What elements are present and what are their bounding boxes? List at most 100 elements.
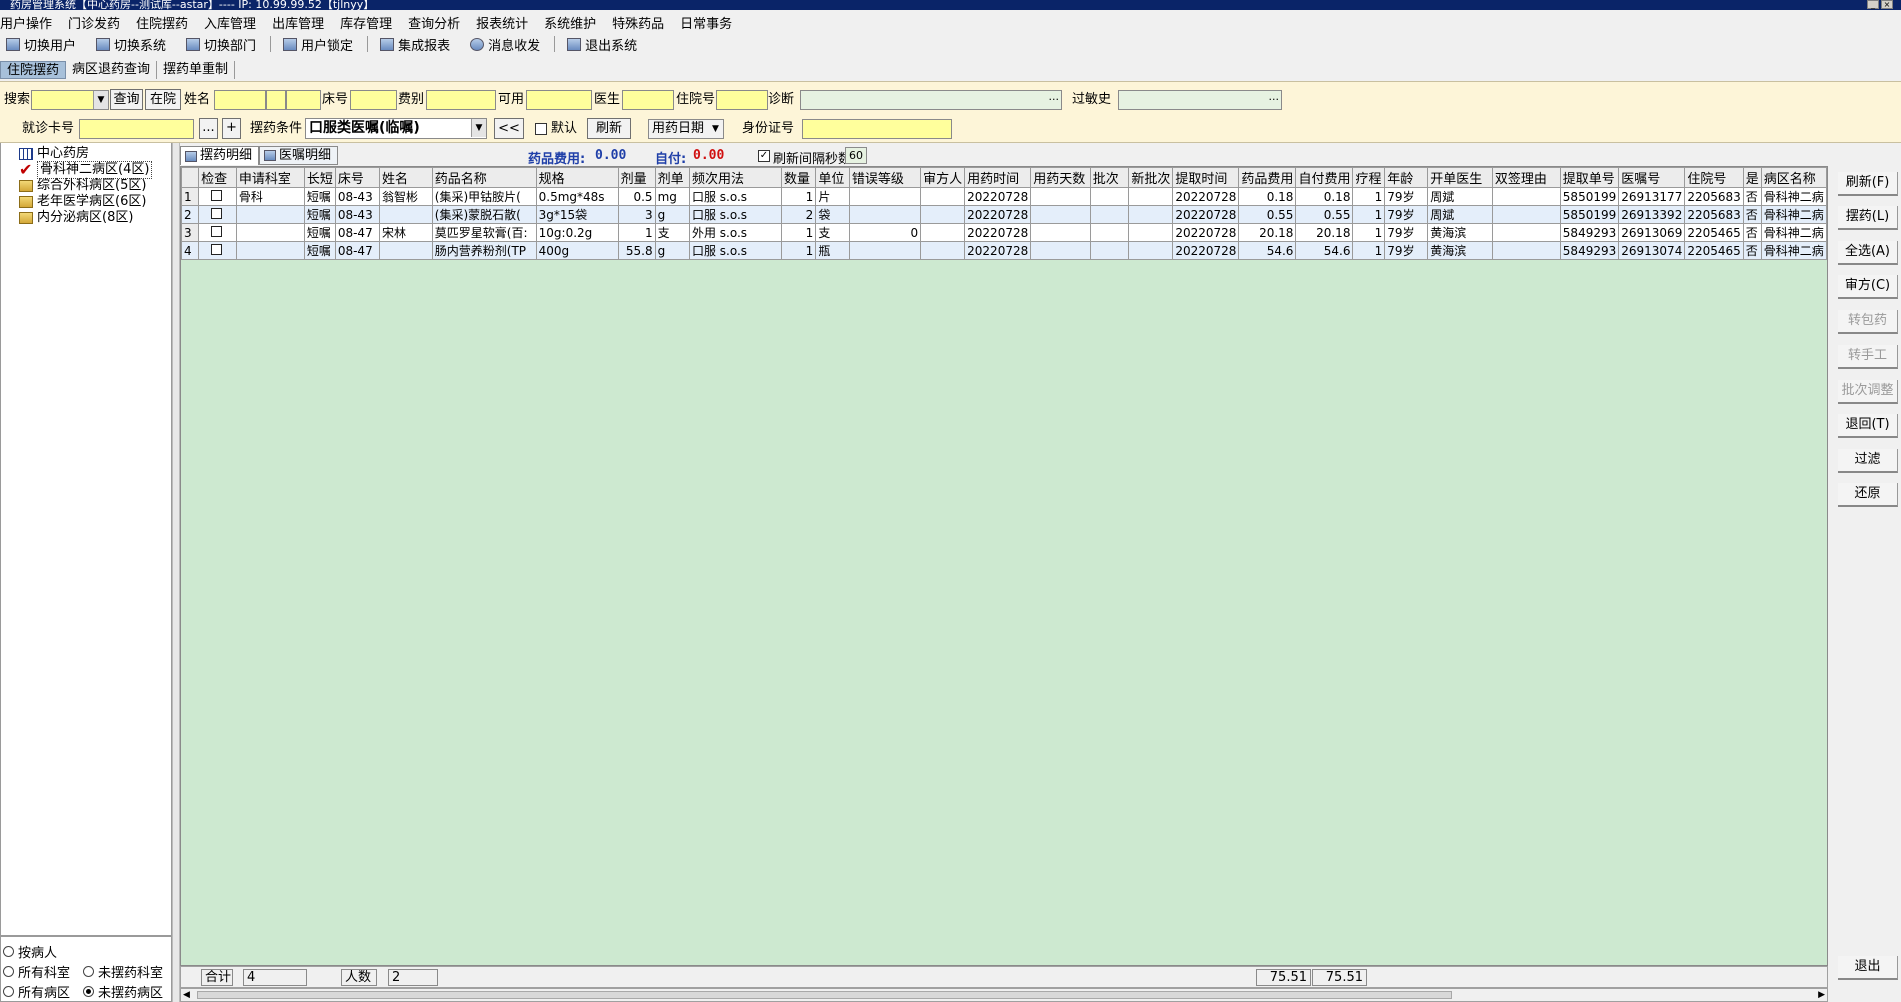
column-header[interactable]: 疗程 [1352, 167, 1386, 188]
column-header[interactable]: 剂量 [617, 167, 656, 188]
search-select[interactable]: ▼ [31, 90, 109, 110]
menu-inventory[interactable]: 库存管理 [340, 13, 400, 32]
scrollbar-thumb[interactable] [197, 991, 1452, 999]
column-header[interactable]: 是 [1742, 167, 1762, 188]
name-field-3[interactable] [286, 90, 321, 110]
tab-dispense-detail[interactable]: 摆药明细 [180, 146, 260, 165]
refresh-filter-button[interactable]: 刷新 [587, 118, 631, 139]
column-header[interactable]: 数量 [780, 167, 817, 188]
column-header[interactable]: 双签理由 [1491, 167, 1561, 188]
scroll-right-icon[interactable]: ▶ [1818, 989, 1825, 1001]
switch-user-button[interactable]: 切换用户 [0, 35, 76, 54]
return-button[interactable]: 退回(T) [1838, 414, 1898, 438]
tab-ward-return-query[interactable]: 病区退药查询 [66, 61, 158, 79]
menu-stock-in[interactable]: 入库管理 [204, 13, 264, 32]
ellipsis-button[interactable]: ... [199, 118, 218, 139]
in-hospital-button[interactable]: 在院 [145, 89, 181, 110]
column-header[interactable]: 新批次 [1128, 167, 1174, 188]
report-button[interactable]: 集成报表 [374, 35, 450, 54]
name-field-2[interactable] [266, 90, 286, 110]
row-checkbox[interactable] [211, 243, 223, 255]
column-header[interactable]: 药品费用 [1238, 167, 1297, 188]
menu-stock-out[interactable]: 出库管理 [272, 13, 332, 32]
tab-order-detail[interactable]: 医嘱明细 [259, 146, 339, 165]
refresh-interval-field[interactable]: 60 [845, 147, 867, 164]
column-header[interactable]: 检查 [198, 167, 237, 188]
scroll-left-icon[interactable]: ◀ [183, 989, 190, 1001]
menu-special-drugs[interactable]: 特殊药品 [612, 13, 672, 32]
to-package-button[interactable]: 转包药 [1838, 310, 1898, 334]
column-header[interactable]: 提取单号 [1559, 167, 1620, 188]
default-checkbox[interactable] [535, 123, 547, 135]
by-patient-radio[interactable]: 按病人 [3, 942, 57, 961]
menu-inpatient[interactable]: 住院摆药 [136, 13, 196, 32]
all-departments-radio[interactable]: 所有科室 [3, 962, 70, 981]
column-header[interactable]: 药品名称 [431, 167, 537, 188]
menu-daily[interactable]: 日常事务 [680, 13, 740, 32]
all-wards-radio[interactable]: 所有病区 [3, 982, 70, 1001]
horizontal-scrollbar[interactable]: ◀ ▶ [180, 988, 1828, 1002]
batch-adjust-button[interactable]: 批次调整 [1838, 380, 1898, 404]
close-button[interactable]: × [1881, 0, 1893, 9]
doctor-field[interactable] [622, 90, 674, 110]
prev-button[interactable]: << [494, 118, 524, 139]
tab-dispense-redo[interactable]: 摆药单重制 [157, 61, 236, 79]
to-manual-button[interactable]: 转手工 [1838, 345, 1898, 369]
add-button[interactable]: + [222, 118, 241, 139]
column-header[interactable]: 姓名 [379, 167, 433, 188]
table-row[interactable]: 3 短嘱 08-47 宋林 莫匹罗星软膏(百: 10g:0.2g 1 支外用 s.o.s 1 支 0… [181, 223, 1827, 242]
refresh-button[interactable]: 刷新(F) [1838, 172, 1898, 196]
exit-button[interactable]: 退出 [1838, 956, 1898, 980]
id-card-field[interactable] [802, 119, 952, 139]
tree-item-ward-8[interactable]: 内分泌病区(8区) [19, 210, 133, 226]
row-checkbox[interactable] [211, 225, 223, 237]
lock-user-button[interactable]: 用户锁定 [277, 35, 353, 54]
switch-department-button[interactable]: 切换部门 [180, 35, 256, 54]
review-button[interactable]: 审方(C) [1838, 275, 1898, 299]
column-header[interactable]: 审方人 [920, 167, 966, 188]
column-header[interactable]: 规格 [535, 167, 619, 188]
table-row[interactable]: 4 短嘱 08-47 肠内营养粉剂(TP 400g 55.8 g 口服 s.o.s 1 瓶 2022… [181, 241, 1827, 260]
column-header[interactable]: 开单医生 [1427, 167, 1493, 188]
allergy-field[interactable]: ··· [1118, 90, 1282, 110]
minimize-button[interactable]: _ [1867, 0, 1879, 9]
tree-item-ward-6[interactable]: 老年医学病区(6区) [19, 194, 146, 210]
available-field[interactable] [526, 90, 592, 110]
panel-splitter[interactable] [172, 143, 180, 1002]
column-header[interactable]: 单位 [815, 167, 850, 188]
diagnosis-field[interactable]: ··· [800, 90, 1062, 110]
exit-system-button[interactable]: 退出系统 [561, 35, 637, 54]
column-header[interactable]: 频次用法 [688, 167, 782, 188]
menu-reports[interactable]: 报表统计 [476, 13, 536, 32]
dispense-condition-select[interactable]: 口服类医嘱(临嘱) ▼ [305, 118, 487, 139]
menu-query[interactable]: 查询分析 [408, 13, 468, 32]
column-header[interactable]: 住院号 [1684, 167, 1744, 188]
inpatient-no-field[interactable] [716, 90, 768, 110]
query-button[interactable]: 查询 [110, 89, 143, 110]
column-header[interactable] [181, 167, 200, 188]
filter-button[interactable]: 过滤 [1838, 449, 1898, 473]
row-checkbox[interactable] [211, 189, 223, 201]
column-header[interactable]: 用药天数 [1030, 167, 1091, 188]
tree-item-ward-5[interactable]: 综合外科病区(5区) [19, 178, 146, 194]
column-header[interactable]: 医嘱号 [1618, 167, 1686, 188]
select-all-button[interactable]: 全选(A) [1838, 241, 1898, 265]
dispense-button[interactable]: 摆药(L) [1838, 206, 1898, 230]
menu-maintenance[interactable]: 系统维护 [544, 13, 604, 32]
column-header[interactable]: 床号 [334, 167, 381, 188]
menu-outpatient[interactable]: 门诊发药 [68, 13, 128, 32]
card-no-field[interactable] [79, 119, 194, 139]
refresh-interval-checkbox[interactable]: ✓ [758, 150, 770, 162]
fee-type-field[interactable] [426, 90, 496, 110]
name-field[interactable] [214, 90, 266, 110]
column-header[interactable]: 病区名称 [1760, 167, 1827, 188]
switch-system-button[interactable]: 切换系统 [90, 35, 166, 54]
column-header[interactable]: 长短 [303, 167, 336, 188]
table-row[interactable]: 1 骨科 短嘱 08-43 翁智彬 (集采)甲钴胺片(0.5mg*48s 0.5 mg 口服 s… [181, 187, 1827, 206]
restore-button[interactable]: 还原 [1838, 483, 1898, 507]
message-button[interactable]: 消息收发 [464, 35, 540, 54]
column-header[interactable]: 申请科室 [235, 167, 305, 188]
column-header[interactable]: 剂单 [654, 167, 690, 188]
table-row[interactable]: 2 短嘱 08-43 (集采)蒙脱石散(3g*15袋 3 g 口服 s.o.s 2 袋 20220… [181, 205, 1827, 224]
column-header[interactable]: 错误等级 [848, 167, 922, 188]
